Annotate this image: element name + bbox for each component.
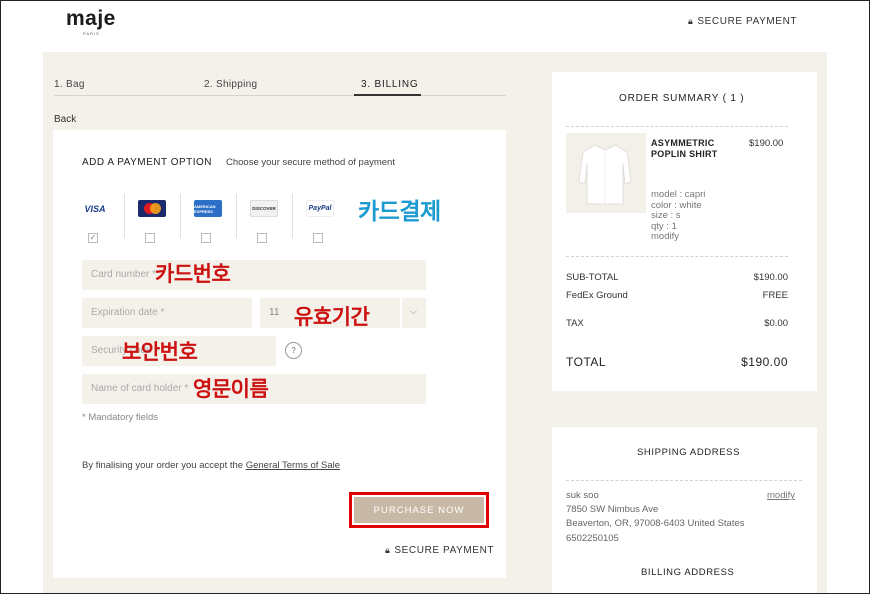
- amex-icon: AMERICAN EXPRESS: [194, 200, 222, 217]
- amex-checkbox[interactable]: [201, 233, 211, 243]
- mastercard-checkbox[interactable]: [145, 233, 155, 243]
- shipping-phone: 6502250105: [566, 533, 619, 544]
- chevron-down-icon: ⌵: [410, 306, 417, 316]
- step-shipping[interactable]: 2. Shipping: [204, 79, 257, 90]
- shipping-method-label: FedEx Ground: [566, 290, 628, 301]
- annotation-security: 보안번호: [122, 340, 198, 364]
- secure-payment-label: SECURE PAYMENT: [394, 545, 495, 556]
- secure-payment-label: SECURE PAYMENT: [697, 16, 798, 27]
- purchase-now-button[interactable]: PURCHASE NOW: [354, 497, 484, 523]
- shipping-address-title: SHIPPING ADDRESS: [637, 447, 741, 458]
- shirt-image: [578, 144, 632, 205]
- terms-text: By finalising your order you accept the …: [82, 460, 340, 471]
- annotation-card-number: 카드번호: [155, 262, 231, 286]
- shipping-cost-value: FREE: [762, 290, 788, 301]
- help-icon[interactable]: ?: [285, 342, 302, 359]
- shipping-street: 7850 SW Nimbus Ave: [566, 504, 659, 515]
- purchase-highlight: PURCHASE NOW: [349, 492, 489, 528]
- subtotal-row: SUB-TOTAL $190.00: [566, 272, 788, 283]
- product-modify-link[interactable]: modify: [651, 231, 679, 243]
- subtotal-value: $190.00: [753, 272, 788, 283]
- total-row: TOTAL $190.00: [566, 355, 788, 369]
- back-link[interactable]: Back: [54, 114, 76, 125]
- expiration-month-value: 11: [269, 307, 280, 318]
- payment-method-paypal[interactable]: PayPal: [293, 196, 349, 243]
- tax-label: TAX: [566, 318, 584, 329]
- card-number-placeholder: Card number *: [91, 269, 157, 280]
- tax-row: TAX $0.00: [566, 318, 788, 329]
- paypal-checkbox[interactable]: [313, 233, 323, 243]
- visa-icon: VISA: [81, 200, 109, 217]
- expiration-label: Expiration date *: [91, 307, 165, 318]
- step-billing[interactable]: 3. BILLING: [361, 79, 418, 90]
- payment-method-visa[interactable]: VISA ✓: [68, 196, 124, 243]
- tax-value: $0.00: [764, 318, 788, 329]
- annotation-expiration: 유효기간: [294, 305, 370, 329]
- annotation-english-name: 영문이름: [193, 377, 269, 401]
- total-label: TOTAL: [566, 355, 607, 369]
- discover-checkbox[interactable]: [257, 233, 267, 243]
- expiration-year-select[interactable]: ⌵: [402, 298, 426, 328]
- expiration-date-field: Expiration date *: [82, 298, 252, 328]
- shipping-name: suk soo: [566, 490, 599, 501]
- summary-divider: [566, 256, 788, 257]
- payment-subtitle: Choose your secure method of payment: [226, 157, 395, 168]
- payment-title: ADD A PAYMENT OPTION: [82, 157, 213, 168]
- cardholder-name-placeholder: Name of card holder *: [91, 383, 189, 394]
- total-value: $190.00: [741, 355, 788, 369]
- order-summary-panel: [552, 72, 817, 391]
- payment-method-discover[interactable]: DISCOVER: [237, 196, 293, 243]
- address-divider: [566, 480, 802, 481]
- discover-icon: DISCOVER: [250, 200, 278, 217]
- terms-prefix: By finalising your order you accept the: [82, 460, 246, 471]
- paypal-icon: PayPal: [306, 200, 334, 217]
- shipping-modify-link[interactable]: modify: [767, 490, 795, 501]
- lock-icon: 🔒︎: [688, 16, 694, 26]
- billing-address-title: BILLING ADDRESS: [641, 567, 735, 578]
- mastercard-icon: [138, 200, 166, 217]
- mandatory-note: * Mandatory fields: [82, 412, 159, 423]
- subtotal-label: SUB-TOTAL: [566, 272, 619, 283]
- secure-payment-footer: 🔒︎ SECURE PAYMENT: [385, 545, 494, 556]
- secure-payment-header: 🔒︎ SECURE PAYMENT: [688, 16, 797, 27]
- product-size: size : s: [651, 210, 681, 221]
- visa-checkbox[interactable]: ✓: [88, 233, 98, 243]
- summary-divider: [566, 126, 788, 127]
- product-thumbnail[interactable]: [566, 133, 646, 213]
- header: maje PARIS 🔒︎ SECURE PAYMENT: [0, 0, 870, 52]
- shipping-city: Beaverton, OR, 97008-6403 United States: [566, 518, 745, 529]
- product-model: model : capri: [651, 189, 706, 200]
- maje-logo[interactable]: maje: [66, 7, 116, 31]
- logo-subtitle: PARIS: [83, 31, 100, 36]
- card-number-field[interactable]: Card number *: [82, 260, 426, 290]
- lock-icon: 🔒︎: [385, 545, 391, 555]
- order-summary-title: ORDER SUMMARY ( 1 ): [619, 93, 745, 104]
- shipping-cost-row: FedEx Ground FREE: [566, 290, 788, 301]
- product-price: $190.00: [749, 138, 784, 149]
- steps-divider: [54, 95, 506, 96]
- payment-method-amex[interactable]: AMERICAN EXPRESS: [181, 196, 237, 243]
- product-name[interactable]: ASYMMETRIC POPLIN SHIRT: [651, 138, 731, 159]
- step-bag[interactable]: 1. Bag: [54, 79, 85, 90]
- active-step-indicator: [354, 94, 421, 96]
- annotation-card-payment: 카드결제: [358, 199, 441, 225]
- general-terms-link[interactable]: General Terms of Sale: [246, 460, 340, 471]
- payment-method-mastercard[interactable]: [125, 196, 181, 243]
